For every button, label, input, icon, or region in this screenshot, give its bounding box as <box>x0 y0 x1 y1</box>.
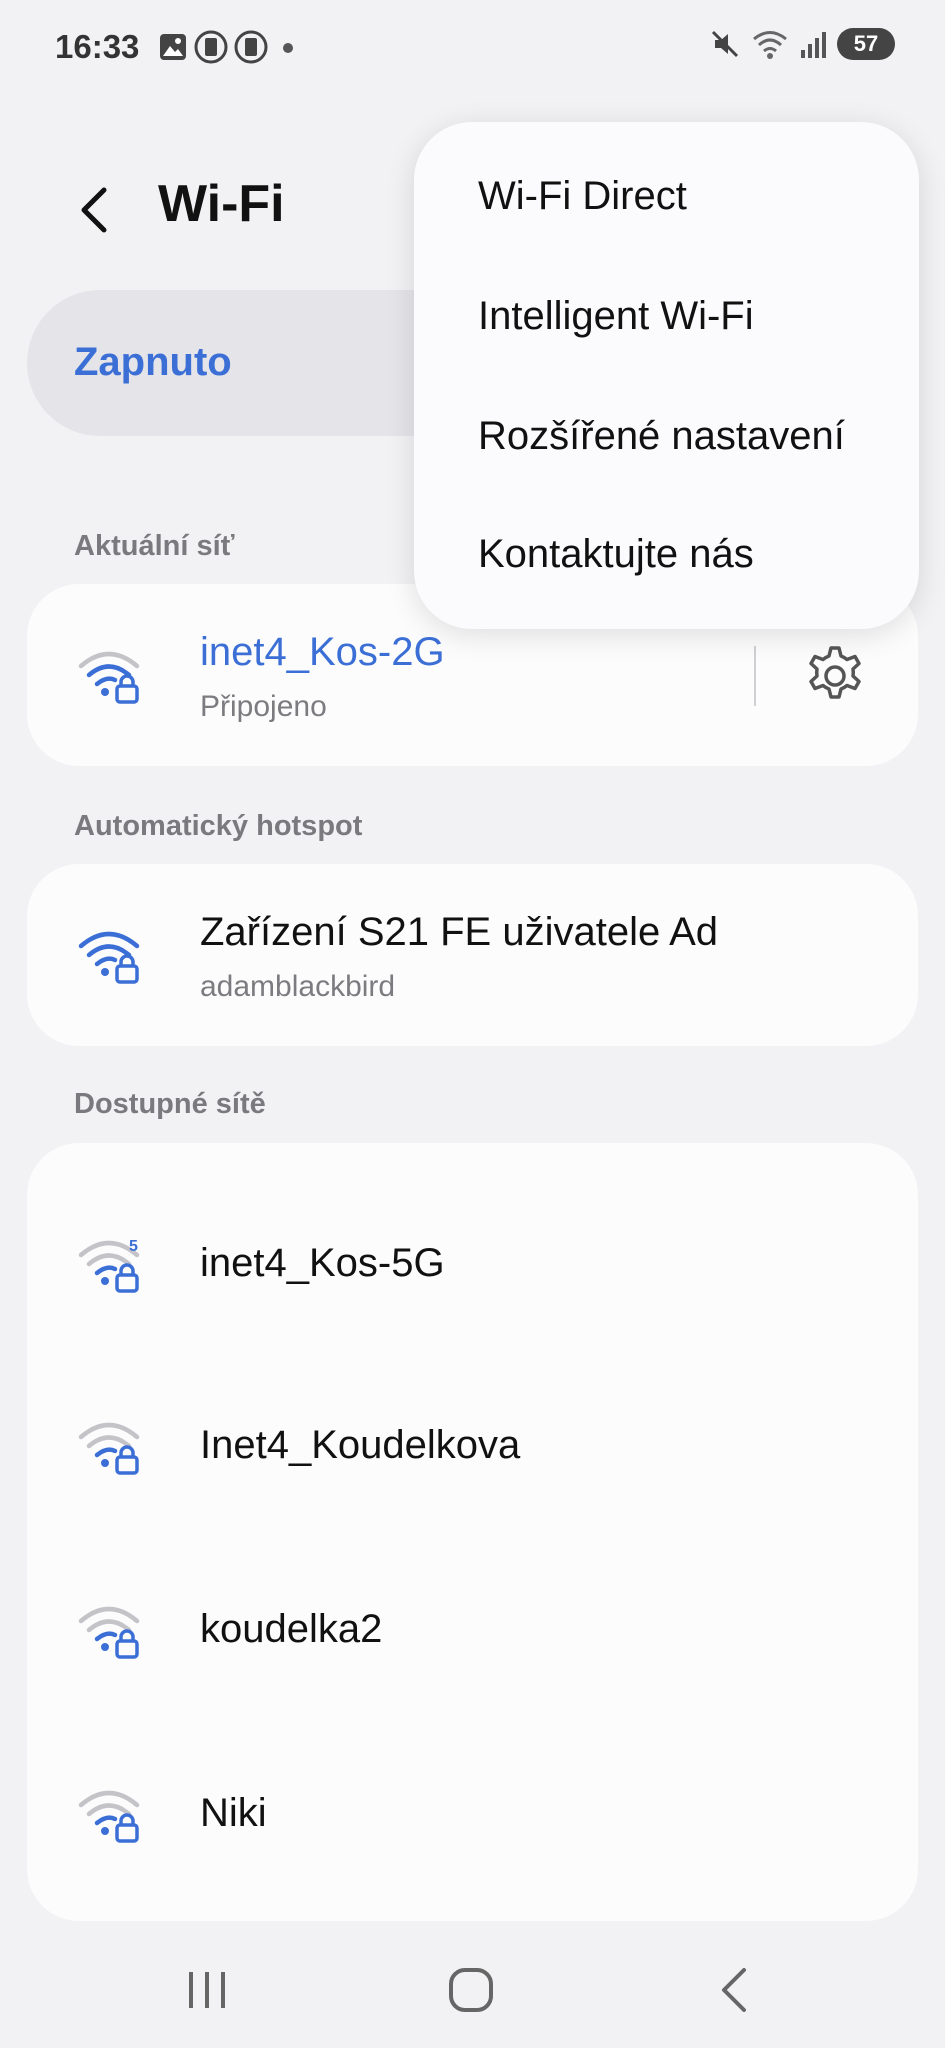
status-time: 16:33 <box>55 28 140 65</box>
network-row[interactable]: Niki <box>27 1721 918 1905</box>
network-name: Inet4_Koudelkova <box>200 1423 521 1467</box>
app-icon <box>234 30 268 64</box>
divider <box>754 646 756 706</box>
network-name: inet4_Kos-5G <box>200 1241 445 1285</box>
menu-item-advanced-settings[interactable]: Rozšířené nastavení <box>478 414 845 459</box>
hotspot-network-row[interactable]: Zařízení S21 FE uživatele Ad adamblackbi… <box>27 864 918 1046</box>
signal-icon <box>801 32 826 58</box>
wifi-lock-icon <box>78 651 140 704</box>
hotspot-owner: adamblackbird <box>200 970 396 1003</box>
menu-item-contact-us[interactable]: Kontaktujte nás <box>478 532 754 577</box>
current-network-name: inet4_Kos-2G <box>200 630 445 674</box>
gear-icon[interactable] <box>803 644 867 708</box>
wifi-lock-icon <box>78 931 140 984</box>
mute-icon <box>711 30 739 58</box>
status-bar: 16:33 57 <box>0 0 945 95</box>
network-name: koudelka2 <box>200 1607 383 1651</box>
wifi-icon <box>753 31 787 59</box>
wifi-lock-icon <box>78 1606 140 1659</box>
network-row[interactable]: Inet4_Koudelkova <box>27 1353 918 1537</box>
hotspot-network-name: Zařízení S21 FE uživatele Ad <box>200 910 719 954</box>
battery-indicator: 57 <box>837 28 895 60</box>
wifi-lock-icon: 5 <box>78 1238 140 1293</box>
network-row[interactable]: 5 inet4_Kos-5G <box>27 1173 918 1353</box>
section-label-available: Dostupné sítě <box>74 1088 266 1120</box>
navigation-bar <box>0 1930 945 2048</box>
page-title: Wi-Fi <box>158 175 285 233</box>
app-icon <box>194 30 228 64</box>
current-network-status: Připojeno <box>200 690 327 723</box>
recents-icon[interactable] <box>177 1960 237 2020</box>
chevron-left-icon[interactable] <box>70 180 120 240</box>
available-networks-card: 5 inet4_Kos-5G Inet4_Koudelkova koudelka… <box>27 1143 918 1921</box>
overflow-menu: Wi-Fi Direct Intelligent Wi-Fi Rozšířené… <box>414 122 919 629</box>
hotspot-card: Zařízení S21 FE uživatele Ad adamblackbi… <box>27 864 918 1046</box>
wifi-lock-icon <box>78 1422 140 1475</box>
band-label: 5 <box>129 1238 138 1255</box>
wifi-toggle-label: Zapnuto <box>74 340 232 384</box>
menu-item-intelligent-wifi[interactable]: Intelligent Wi-Fi <box>478 294 754 339</box>
network-name: Niki <box>200 1791 267 1835</box>
back-icon[interactable] <box>706 1960 766 2020</box>
section-label-hotspot: Automatický hotspot <box>74 810 363 842</box>
dot-icon <box>283 43 293 53</box>
gallery-icon <box>160 34 186 60</box>
home-icon[interactable] <box>441 1960 501 2020</box>
network-row[interactable]: koudelka2 <box>27 1537 918 1721</box>
wifi-lock-icon <box>78 1790 140 1843</box>
section-label-current: Aktuální síť <box>74 530 235 562</box>
menu-item-wifi-direct[interactable]: Wi-Fi Direct <box>478 174 687 219</box>
